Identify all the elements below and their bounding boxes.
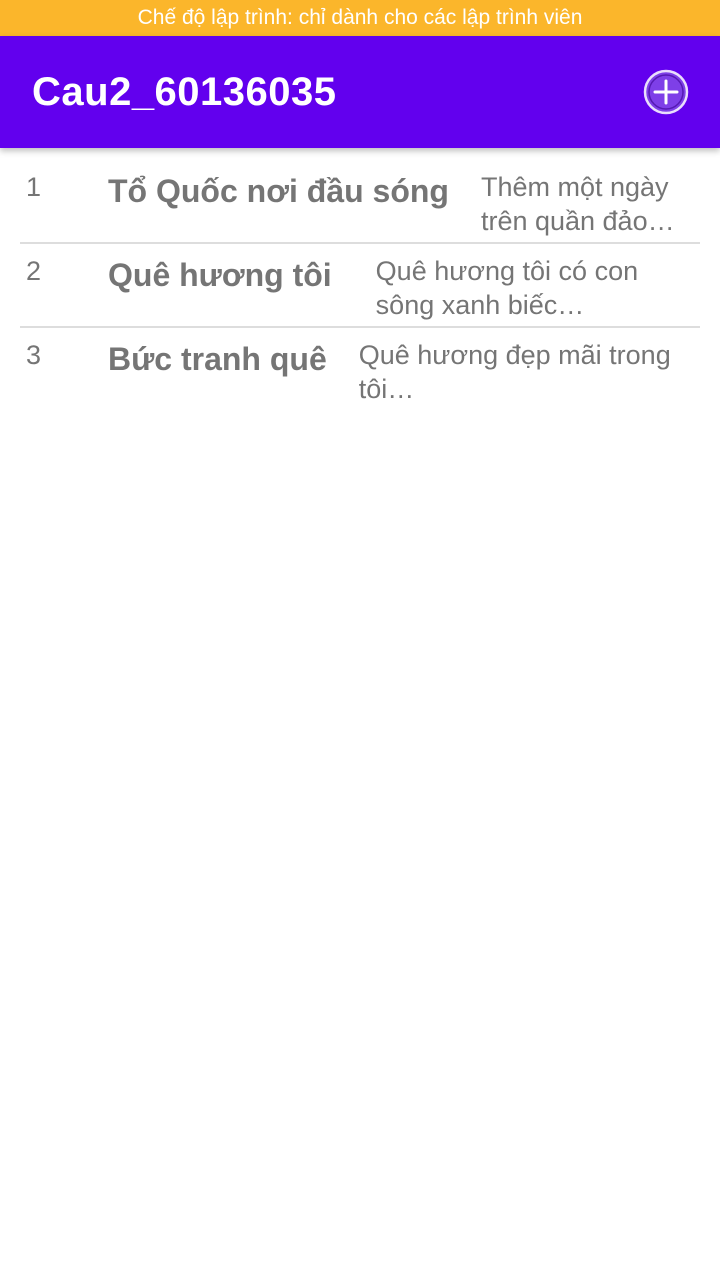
add-circle-icon bbox=[643, 69, 689, 115]
item-id: 1 bbox=[26, 172, 42, 202]
item-description: Quê hương tôi có con sông xanh biếc… bbox=[375, 256, 639, 320]
app-title: Cau2_60136035 bbox=[32, 69, 337, 114]
list-item[interactable]: 2 Quê hương tôi Quê hương tôi có con sôn… bbox=[20, 244, 700, 328]
item-list: 1 Tổ Quốc nơi đầu sóng Thêm một ngày trê… bbox=[20, 160, 700, 412]
item-description: Quê hương đẹp mãi trong tôi… bbox=[358, 340, 671, 404]
list-item[interactable]: 3 Bức tranh quê Quê hương đẹp mãi trong … bbox=[20, 328, 700, 412]
item-description: Thêm một ngày trên quần đảo…Trư bbox=[480, 172, 675, 242]
app-bar: Cau2_60136035 bbox=[0, 36, 720, 148]
list-item[interactable]: 1 Tổ Quốc nơi đầu sóng Thêm một ngày trê… bbox=[20, 160, 700, 244]
screen: Chế độ lập trình: chỉ dành cho các lập t… bbox=[0, 0, 720, 1280]
item-title: Tổ Quốc nơi đầu sóng bbox=[108, 173, 449, 209]
item-title: Bức tranh quê bbox=[108, 341, 327, 377]
item-id: 2 bbox=[26, 256, 42, 286]
developer-mode-banner: Chế độ lập trình: chỉ dành cho các lập t… bbox=[0, 0, 720, 36]
item-id: 3 bbox=[26, 340, 42, 370]
add-button[interactable] bbox=[640, 66, 692, 118]
item-title: Quê hương tôi bbox=[108, 257, 332, 293]
